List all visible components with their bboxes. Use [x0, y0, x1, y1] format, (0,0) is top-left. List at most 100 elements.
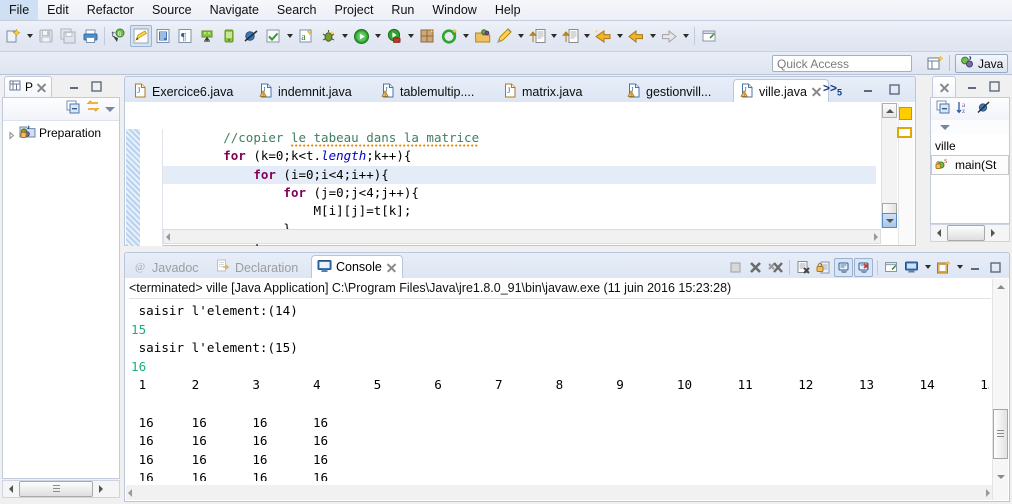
new-java-class-icon[interactable]: a: [295, 25, 317, 47]
console-hscrollbar[interactable]: [126, 485, 992, 500]
scroll-down-icon[interactable]: [882, 213, 897, 228]
scroll-left-icon[interactable]: [128, 488, 132, 497]
minimize-icon[interactable]: [862, 83, 875, 99]
scroll-lock-icon[interactable]: [814, 258, 833, 277]
clear-console-icon[interactable]: [794, 258, 813, 277]
previous-annotation-arrow[interactable]: [581, 25, 592, 47]
editor-vscrollbar[interactable]: [881, 103, 897, 228]
scroll-left-icon[interactable]: [166, 232, 170, 241]
debug-dropdown-arrow[interactable]: [339, 25, 350, 47]
run-coverage-icon[interactable]: [383, 25, 405, 47]
tab-package-explorer[interactable]: P: [4, 76, 53, 97]
show-console-on-output-icon[interactable]: [834, 257, 853, 277]
close-icon[interactable]: [36, 82, 47, 93]
console-tab-javadoc[interactable]: @ Javadoc: [129, 257, 204, 278]
editor-hscrollbar[interactable]: [163, 229, 881, 244]
outline-item-main[interactable]: S main(St: [931, 155, 1009, 175]
editor-tab-exercice6java[interactable]: J Exercice6.java: [127, 80, 239, 103]
pin-editor-icon[interactable]: [698, 25, 720, 47]
maximize-icon[interactable]: [888, 83, 901, 99]
show-whitespace-icon[interactable]: ¶: [174, 25, 196, 47]
maximize-icon[interactable]: [90, 80, 103, 93]
collapse-all-icon[interactable]: [66, 100, 81, 118]
forward-nav-icon[interactable]: [658, 25, 680, 47]
minimize-icon[interactable]: [966, 80, 979, 93]
editor-tab-villejava[interactable]: J! ville.java: [733, 79, 829, 104]
scrollbar-thumb[interactable]: [947, 225, 985, 241]
open-console-arrow[interactable]: [954, 256, 965, 278]
back-icon[interactable]: [592, 25, 614, 47]
editor-tab-gestionvill[interactable]: J! gestionvill...: [621, 80, 717, 103]
editor-tab-matrixjava[interactable]: Jmatrix.java: [497, 80, 588, 103]
remove-all-terminated-icon[interactable]: [766, 258, 785, 277]
tab-outline[interactable]: [932, 76, 956, 97]
scroll-right-icon[interactable]: [874, 232, 878, 241]
scroll-right-icon[interactable]: [986, 488, 990, 497]
run-dropdown-arrow[interactable]: [372, 25, 383, 47]
minimize-icon[interactable]: [68, 80, 81, 93]
open-resource-icon[interactable]: [471, 25, 493, 47]
new-package-icon[interactable]: [416, 25, 438, 47]
save-all-icon[interactable]: [57, 25, 79, 47]
open-perspective-icon[interactable]: [926, 55, 946, 72]
collapse-all-icon[interactable]: [936, 100, 951, 118]
print-icon[interactable]: [79, 25, 101, 47]
scroll-right-icon[interactable]: [985, 225, 1001, 241]
run-coverage-arrow[interactable]: [405, 25, 416, 47]
pin-console-icon[interactable]: [882, 258, 901, 277]
previous-annotation-icon[interactable]: [559, 25, 581, 47]
back-dropdown-arrow[interactable]: [614, 25, 625, 47]
display-selected-console-arrow[interactable]: [922, 256, 933, 278]
hide-fields-icon[interactable]: [976, 100, 991, 118]
next-annotation-icon[interactable]: [526, 25, 548, 47]
menu-item-source[interactable]: Source: [143, 0, 201, 20]
remove-launch-icon[interactable]: [746, 258, 765, 277]
scroll-down-icon[interactable]: [993, 469, 1008, 484]
search-dropdown-arrow[interactable]: [460, 25, 471, 47]
console-tab-console[interactable]: Console: [311, 255, 403, 279]
scroll-left-icon[interactable]: [3, 481, 19, 497]
annotation-icon[interactable]: [493, 25, 515, 47]
menu-item-help[interactable]: Help: [486, 0, 530, 20]
collapsed-arrow-icon[interactable]: [7, 129, 16, 140]
menu-item-refactor[interactable]: Refactor: [78, 0, 143, 20]
maximize-icon[interactable]: [986, 258, 1005, 277]
editor-tab-indemnitjava[interactable]: J! indemnit.java: [253, 80, 358, 103]
open-console-icon[interactable]: [934, 258, 953, 277]
scroll-up-icon[interactable]: [882, 103, 897, 118]
search-icon[interactable]: [438, 25, 460, 47]
outline-item-ville[interactable]: ville: [931, 138, 1009, 154]
menu-item-navigate[interactable]: Navigate: [201, 0, 268, 20]
package-explorer-hscrollbar[interactable]: [2, 480, 120, 498]
menu-item-window[interactable]: Window: [423, 0, 485, 20]
toggle-mark-occurrences-icon[interactable]: tG: [108, 25, 130, 47]
terminate-icon[interactable]: [726, 258, 745, 277]
new-wizard-icon[interactable]: [2, 25, 24, 47]
menu-item-project[interactable]: Project: [326, 0, 383, 20]
save-icon[interactable]: [35, 25, 57, 47]
forward-icon[interactable]: [625, 25, 647, 47]
edit-pencil-icon[interactable]: [130, 25, 152, 47]
editor-tab-overflow[interactable]: >>5: [823, 81, 842, 97]
debug-icon[interactable]: [317, 25, 339, 47]
show-console-on-error-icon[interactable]: [854, 257, 873, 277]
editor-annotation-ruler[interactable]: [126, 129, 140, 246]
run-last-tool-arrow[interactable]: [284, 25, 295, 47]
scrollbar-thumb[interactable]: [19, 481, 93, 497]
editor-tab-tablemultip[interactable]: J! tablemultip....: [375, 80, 480, 103]
menu-item-file[interactable]: File: [0, 0, 39, 20]
minimize-icon[interactable]: [966, 258, 985, 277]
android-avd-manager-icon[interactable]: [218, 25, 240, 47]
perspective-java-button[interactable]: Java: [955, 54, 1009, 73]
link-with-editor-icon[interactable]: [85, 100, 101, 118]
display-selected-console-icon[interactable]: [902, 258, 921, 277]
maximize-icon[interactable]: [988, 80, 1001, 93]
sort-icon[interactable]: az: [956, 100, 971, 118]
menu-item-edit[interactable]: Edit: [38, 0, 78, 20]
close-icon[interactable]: [386, 262, 397, 273]
forward-dropdown-arrow[interactable]: [647, 25, 658, 47]
view-menu-icon[interactable]: [940, 124, 950, 130]
close-icon[interactable]: [939, 82, 950, 93]
outline-hscrollbar[interactable]: [930, 224, 1010, 242]
console-vscroll-thumb[interactable]: [993, 409, 1008, 459]
